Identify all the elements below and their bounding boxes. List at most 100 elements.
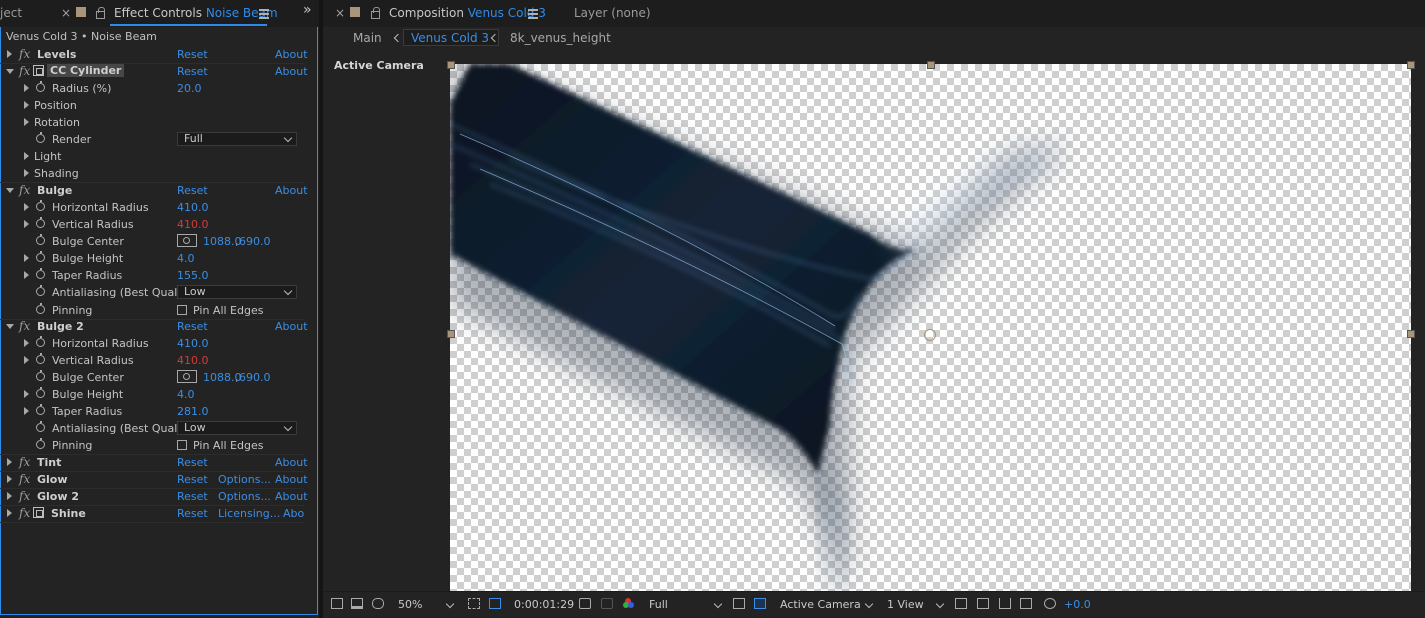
about-button[interactable]: About [275, 490, 308, 503]
expand-triangle-icon[interactable] [7, 475, 12, 483]
anchor-point-icon[interactable] [924, 329, 936, 341]
color-channels-icon[interactable] [623, 598, 635, 609]
reset-button[interactable]: Reset [177, 473, 208, 486]
stopwatch-icon[interactable] [36, 421, 45, 432]
show-snapshot-icon[interactable] [601, 598, 613, 609]
effect-row-glow-2[interactable]: fx Glow 2 Reset Options... About [0, 488, 308, 506]
composition-canvas[interactable] [450, 64, 1411, 591]
reset-button[interactable]: Reset [177, 48, 208, 61]
always-preview-icon[interactable] [331, 598, 343, 609]
about-button[interactable]: About [275, 65, 308, 78]
taper-radius-value[interactable]: 281.0 [177, 405, 209, 418]
stopwatch-icon[interactable] [36, 268, 45, 279]
fx-icon[interactable]: fx [19, 455, 30, 469]
about-button[interactable]: About [275, 48, 308, 61]
resolution-dropdown[interactable]: Full [649, 598, 723, 611]
about-button[interactable]: Abo [283, 507, 304, 520]
radius-value[interactable]: 20.0 [177, 82, 202, 95]
close-icon[interactable]: × [335, 6, 345, 20]
toggle-pixel-aspect-icon[interactable] [955, 598, 967, 609]
layer-handle[interactable] [1407, 61, 1415, 69]
magnification-dropdown[interactable]: 50% [398, 598, 455, 611]
licensing-button[interactable]: Licensing... [218, 507, 280, 520]
region-of-interest-icon[interactable] [489, 598, 501, 609]
layer-handle[interactable] [447, 330, 455, 338]
fx-icon[interactable]: fx [19, 472, 30, 486]
stopwatch-icon[interactable] [36, 200, 45, 211]
vr-headset-icon[interactable] [372, 598, 384, 609]
expand-triangle-icon[interactable] [24, 152, 29, 160]
stopwatch-icon[interactable] [36, 217, 45, 228]
effect-row-bulge[interactable]: fx Bulge Reset About [0, 182, 308, 199]
breadcrumb-venus-cold-3[interactable]: Venus Cold 3 [411, 31, 489, 45]
breadcrumb-8k-venus-height[interactable]: 8k_venus_height [510, 31, 611, 45]
pin-all-edges-checkbox[interactable] [177, 440, 187, 450]
expand-triangle-icon[interactable] [7, 50, 12, 58]
about-button[interactable]: About [275, 456, 308, 469]
stopwatch-icon[interactable] [36, 353, 45, 364]
lock-icon[interactable] [371, 7, 380, 19]
fx-icon[interactable]: fx [19, 489, 30, 503]
expand-triangle-icon[interactable] [24, 169, 29, 177]
expand-triangle-icon[interactable] [7, 458, 12, 466]
transparency-grid-icon[interactable] [754, 598, 766, 609]
collapse-triangle-icon[interactable] [6, 69, 14, 74]
stopwatch-icon[interactable] [36, 438, 45, 449]
vertical-radius-value[interactable]: 410.0 [177, 354, 209, 367]
reset-button[interactable]: Reset [177, 320, 208, 333]
expand-triangle-icon[interactable] [24, 220, 29, 228]
expand-triangle-icon[interactable] [24, 101, 29, 109]
reset-button[interactable]: Reset [177, 456, 208, 469]
fx-icon[interactable]: fx [19, 64, 30, 78]
property-group-rotation[interactable]: Rotation [0, 114, 304, 131]
effect-row-levels[interactable]: fx Levels Reset About [0, 46, 308, 64]
breadcrumb-main[interactable]: Main [353, 31, 382, 45]
antialiasing-dropdown[interactable]: Low [177, 421, 297, 435]
bulge-height-value[interactable]: 4.0 [177, 252, 195, 265]
panel-menu-icon[interactable] [528, 9, 538, 19]
collapse-triangle-icon[interactable] [6, 324, 14, 329]
expand-triangle-icon[interactable] [24, 271, 29, 279]
layer-handle[interactable] [927, 61, 935, 69]
reset-button[interactable]: Reset [177, 184, 208, 197]
reset-button[interactable]: Reset [177, 490, 208, 503]
vertical-radius-value[interactable]: 410.0 [177, 218, 209, 231]
point-picker-icon[interactable] [177, 370, 197, 383]
stopwatch-icon[interactable] [36, 404, 45, 415]
expand-triangle-icon[interactable] [7, 509, 12, 517]
antialiasing-dropdown[interactable]: Low [177, 285, 297, 299]
stopwatch-icon[interactable] [36, 251, 45, 262]
expand-triangle-icon[interactable] [24, 203, 29, 211]
effect-row-glow[interactable]: fx Glow Reset Options... About [0, 471, 308, 489]
about-button[interactable]: About [275, 320, 308, 333]
layer-handle[interactable] [447, 61, 455, 69]
layer-handle[interactable] [1407, 330, 1415, 338]
stopwatch-icon[interactable] [36, 370, 45, 381]
bulge-center-y[interactable]: 690.0 [239, 235, 271, 248]
reset-button[interactable]: Reset [177, 507, 208, 520]
about-button[interactable]: About [275, 184, 308, 197]
effect-row-shine[interactable]: fx Shine Reset Licensing... Abo [0, 505, 304, 523]
property-group-position[interactable]: Position [0, 97, 304, 114]
expand-triangle-icon[interactable] [24, 84, 29, 92]
horizontal-radius-value[interactable]: 410.0 [177, 201, 209, 214]
bulge-center-y[interactable]: 690.0 [239, 371, 271, 384]
camera-view-dropdown[interactable]: Active Camera [780, 598, 874, 611]
expand-triangle-icon[interactable] [24, 356, 29, 364]
property-group-shading[interactable]: Shading [0, 165, 304, 183]
expand-triangle-icon[interactable] [24, 390, 29, 398]
stopwatch-icon[interactable] [36, 336, 45, 347]
fx-icon[interactable]: fx [19, 506, 30, 520]
taper-radius-value[interactable]: 155.0 [177, 269, 209, 282]
expand-triangle-icon[interactable] [24, 254, 29, 262]
bulge-height-value[interactable]: 4.0 [177, 388, 195, 401]
point-picker-icon[interactable] [177, 234, 197, 247]
expand-triangle-icon[interactable] [24, 407, 29, 415]
stopwatch-icon[interactable] [36, 303, 45, 314]
stopwatch-icon[interactable] [36, 132, 45, 143]
horizontal-radius-value[interactable]: 410.0 [177, 337, 209, 350]
stopwatch-icon[interactable] [36, 387, 45, 398]
stopwatch-icon[interactable] [36, 234, 45, 245]
fast-previews-icon[interactable] [733, 598, 745, 609]
fx-icon[interactable]: fx [19, 183, 30, 197]
